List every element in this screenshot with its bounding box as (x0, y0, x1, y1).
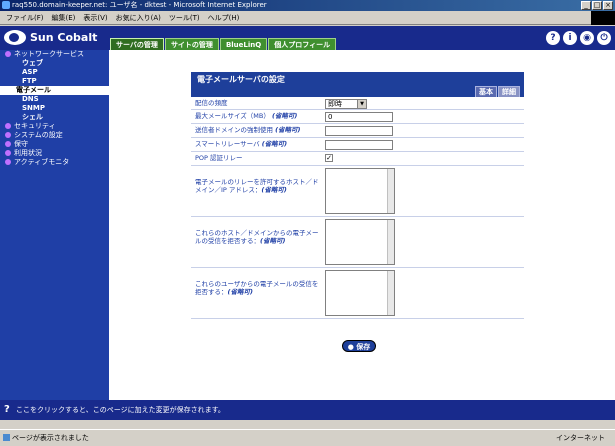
optional-label: (省略可) (227, 288, 253, 296)
scrollbar[interactable] (387, 220, 394, 264)
scrollbar[interactable] (387, 271, 394, 315)
save-button[interactable]: ● 保存 (342, 340, 376, 352)
max-size-input[interactable]: 0 (325, 112, 393, 122)
relay-hosts-textarea[interactable] (325, 168, 395, 214)
bullet-icon (5, 141, 11, 147)
zone-label: インターネット (556, 434, 605, 442)
sidebar-item-security[interactable]: セキュリティ (0, 122, 109, 131)
statusbar: ページが表示されました インターネット (0, 429, 615, 446)
menubar: ファイル(F) 編集(E) 表示(V) お気に入り(A) ツール(T) ヘルプ(… (0, 11, 615, 25)
block-hosts-label: これらのホスト／ドメインからの電子メールの受信を拒否する： (195, 229, 319, 245)
logout-icon[interactable]: ⏻ (597, 31, 611, 45)
optional-label: (省略可) (275, 126, 301, 134)
cobalt-logo-icon (4, 30, 26, 45)
masquerade-input[interactable] (325, 126, 393, 136)
tab-personal-profile[interactable]: 個人プロフィール (268, 38, 337, 50)
sidebar-item-email[interactable]: 電子メール (0, 86, 109, 95)
app-header: Sun Cobalt サーバの管理 サイトの管理 BlueLinQ 個人プロフィ… (0, 26, 615, 50)
minimize-button[interactable]: _ (581, 1, 591, 10)
sidebar-item-asp[interactable]: ASP (0, 68, 109, 77)
monitor-icon[interactable]: ◉ (580, 31, 594, 45)
smart-relay-label: スマートリレーサーバ (195, 140, 260, 148)
bullet-icon (5, 51, 11, 57)
sidebar-item-snmp[interactable]: SNMP (0, 104, 109, 113)
relay-hosts-label: 電子メールのリレーを許可するホスト／ドメイン／IP アドレス： (195, 178, 319, 194)
row-block-hosts: これらのホスト／ドメインからの電子メールの受信を拒否する：(省略可) (191, 217, 524, 268)
block-users-textarea[interactable] (325, 270, 395, 316)
menu-view[interactable]: 表示(V) (83, 13, 107, 23)
max-size-label: 最大メールサイズ（MB） (195, 112, 270, 120)
menu-help[interactable]: ヘルプ(H) (208, 13, 240, 23)
row-pop-relay: POP 認証リレー ✓ (191, 152, 524, 166)
scrollbar[interactable] (387, 169, 394, 213)
sidebar-item-system-settings[interactable]: システムの設定 (0, 131, 109, 140)
row-masquerade: 送信者ドメインの強制使用 (省略可) (191, 124, 524, 138)
window-title: raq550.domain-keeper.net: ユーザ名 - dktest … (12, 1, 267, 9)
frequency-select[interactable]: 即時 ▼ (325, 99, 367, 109)
sidebar-item-web[interactable]: ウェブ (0, 59, 109, 68)
optional-label: (省略可) (260, 237, 286, 245)
optional-label: (省略可) (261, 140, 288, 148)
sidebar-item-dns[interactable]: DNS (0, 95, 109, 104)
row-block-users: これらのユーザからの電子メールの受信を拒否する：(省略可) (191, 268, 524, 319)
row-smart-relay: スマートリレーサーバ (省略可) (191, 138, 524, 152)
sun-cobalt-logo: Sun Cobalt (4, 30, 97, 45)
optional-label: (省略可) (261, 186, 287, 194)
sidebar-item-ftp[interactable]: FTP (0, 77, 109, 86)
help-icon[interactable]: ? (546, 31, 560, 45)
menu-file[interactable]: ファイル(F) (6, 13, 44, 23)
bullet-icon (5, 150, 11, 156)
sidebar-item-maintenance[interactable]: 保守 (0, 140, 109, 149)
row-relay-hosts: 電子メールのリレーを許可するホスト／ドメイン／IP アドレス：(省略可) (191, 166, 524, 217)
tab-advanced[interactable]: 詳細 (498, 86, 520, 97)
sidebar: ネットワークサービス ウェブ ASP FTP 電子メール DNS SNMP シェ… (0, 50, 109, 400)
menu-tools[interactable]: ツール(T) (169, 13, 200, 23)
footer-hint: ここをクリックすると、このページに加えた変更が保存されます。 (16, 406, 225, 414)
tab-server-management[interactable]: サーバの管理 (110, 38, 164, 50)
menu-edit[interactable]: 編集(E) (52, 13, 76, 23)
frequency-label: 配信の頻度 (195, 99, 228, 107)
sidebar-item-active-monitor[interactable]: アクティブモニタ (0, 158, 109, 167)
row-frequency: 配信の頻度 即時 ▼ (191, 97, 524, 110)
main-content: 電子メールサーバの設定 基本 詳細 配信の頻度 即時 ▼ 最大メールサイズ（MB）… (109, 50, 615, 400)
windows-logo-icon (591, 11, 615, 25)
email-settings-panel: 電子メールサーバの設定 基本 詳細 配信の頻度 即時 ▼ 最大メールサイズ（MB）… (191, 72, 524, 319)
ie-icon (2, 1, 10, 9)
sidebar-item-shell[interactable]: シェル (0, 113, 109, 122)
row-max-size: 最大メールサイズ（MB） (省略可) 0 (191, 110, 524, 124)
masquerade-label: 送信者ドメインの強制使用 (195, 126, 273, 134)
status-text: ページが表示されました (12, 434, 89, 442)
sidebar-item-network-services[interactable]: ネットワークサービス (0, 50, 109, 59)
bullet-icon (5, 123, 11, 129)
tab-bluelinq[interactable]: BlueLinQ (219, 38, 268, 50)
footer-hint-bar: ? ここをクリックすると、このページに加えた変更が保存されます。 (0, 400, 615, 420)
sidebar-item-usage[interactable]: 利用状況 (0, 149, 109, 158)
bullet-icon (5, 132, 11, 138)
pop-relay-label: POP 認証リレー (195, 154, 243, 162)
tab-site-management[interactable]: サイトの管理 (164, 38, 219, 50)
block-users-label: これらのユーザからの電子メールの受信を拒否する： (195, 280, 319, 296)
menu-favorites[interactable]: お気に入り(A) (116, 13, 161, 23)
panel-title: 電子メールサーバの設定 (197, 75, 285, 84)
close-button[interactable]: × (603, 1, 613, 10)
page-icon (3, 434, 10, 441)
bullet-icon (5, 159, 11, 165)
smart-relay-input[interactable] (325, 140, 393, 150)
optional-label: (省略可) (271, 112, 298, 120)
chevron-down-icon: ▼ (357, 100, 366, 108)
info-icon[interactable]: i (563, 31, 577, 45)
tab-basic[interactable]: 基本 (475, 86, 497, 97)
question-icon: ? (4, 404, 10, 415)
window-titlebar: raq550.domain-keeper.net: ユーザ名 - dktest … (0, 0, 615, 11)
maximize-button[interactable]: □ (592, 1, 602, 10)
panel-header: 電子メールサーバの設定 基本 詳細 (191, 72, 524, 97)
block-hosts-textarea[interactable] (325, 219, 395, 265)
pop-relay-checkbox[interactable]: ✓ (325, 154, 333, 162)
